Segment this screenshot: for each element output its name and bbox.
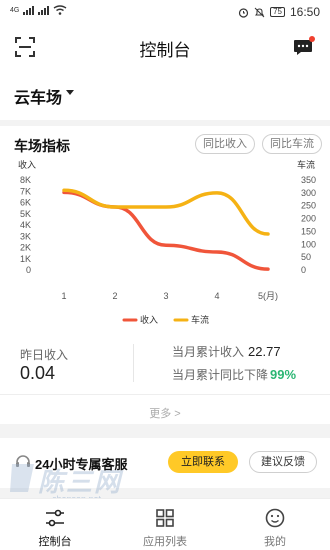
month-income-label: 当月累计收入 (172, 345, 245, 359)
notification-dot (309, 36, 315, 42)
left-tick-label: 8K (20, 175, 31, 185)
yesterday-income-value: 0.04 (20, 363, 56, 383)
left-tick-label: 1K (20, 254, 31, 264)
left-tick-label: 0 (26, 265, 31, 275)
page-title: 控制台 (139, 41, 191, 60)
grid-icon (156, 509, 174, 527)
sliders-icon (46, 509, 64, 527)
compare-traffic-button[interactable]: 同比车流 (262, 134, 322, 154)
tab-app-list[interactable]: 应用列表 (110, 499, 220, 550)
right-tick-label: 350 (301, 175, 316, 185)
right-tick-label: 300 (301, 188, 316, 198)
right-tick-label: 250 (301, 201, 316, 211)
series-line-traffic (62, 188, 270, 236)
more-link[interactable]: 更多 > (0, 405, 330, 421)
mute-icon (254, 7, 265, 17)
feedback-button[interactable]: 建议反馈 (249, 451, 317, 473)
left-tick-label: 3K (20, 231, 31, 241)
compare-income-button[interactable]: 同比收入 (195, 134, 255, 154)
divider (0, 394, 330, 395)
alarm-icon (238, 7, 249, 18)
month-change-value: 99% (270, 367, 297, 382)
tab-mine[interactable]: 我的 (220, 499, 330, 550)
x-tick-label: 5(月) (258, 291, 278, 301)
legend-label: 收入 (140, 314, 158, 325)
message-icon[interactable] (292, 35, 316, 59)
metrics-title: 车场指标 (14, 138, 70, 154)
support-24h-icon (16, 455, 30, 467)
smile-icon (265, 508, 285, 528)
month-income-value: 22.77 (248, 344, 281, 359)
tab-console[interactable]: 控制台 (0, 499, 110, 550)
right-axis-title: 车流 (297, 159, 315, 170)
divider (133, 344, 134, 382)
x-tick-label: 3 (163, 291, 168, 301)
left-tick-label: 6K (20, 198, 31, 208)
status-bar: 4G 75 16:50 (0, 0, 330, 24)
service-title: 24小时专属客服 (35, 457, 128, 472)
status-time: 16:50 (289, 5, 320, 19)
left-tick-label: 7K (20, 186, 31, 196)
left-tick-label: 2K (20, 243, 31, 253)
service-card: 24小时专属客服 立即联系 建议反馈 (0, 438, 330, 488)
right-tick-label: 50 (301, 252, 311, 262)
month-income: 当月累计收入 22.77 (172, 343, 281, 360)
app-header: 控制台 (0, 24, 330, 70)
signal-badge: 4G (10, 6, 20, 14)
month-change-label: 当月累计同比下降 (172, 368, 269, 382)
legend-label: 车流 (191, 314, 209, 325)
lot-selector[interactable]: 云车场 (0, 70, 330, 120)
caret-down-icon (66, 90, 74, 95)
wifi-icon (53, 5, 67, 15)
left-axis-title: 收入 (18, 159, 36, 170)
tab-console-label: 控制台 (38, 536, 72, 548)
tab-bar: 控制台 应用列表 我的 (0, 498, 330, 550)
left-tick-label: 4K (20, 220, 31, 230)
right-tick-label: 0 (301, 265, 306, 275)
tab-mine-label: 我的 (264, 536, 286, 548)
yesterday-income-label: 昨日收入 (20, 348, 69, 362)
right-tick-label: 150 (301, 226, 316, 236)
cellular-signal-icon (23, 5, 35, 15)
lot-name: 云车场 (14, 90, 63, 107)
x-tick-label: 2 (112, 291, 117, 301)
metrics-chart: 收入 车流8K7K6K5K4K3K2K1K03503002502001501005… (18, 159, 316, 325)
x-tick-label: 1 (61, 291, 66, 301)
right-tick-label: 100 (301, 239, 316, 249)
right-tick-label: 200 (301, 214, 316, 224)
x-tick-label: 4 (214, 291, 219, 301)
battery-icon: 75 (270, 7, 285, 17)
metrics-card: 车场指标 同比收入 同比车流 收入 车流 8K 7K 6K 5K 4K 3K 2K 1K 0 350 3… (0, 126, 330, 424)
contact-now-button[interactable]: 立即联系 (168, 451, 238, 473)
left-tick-label: 5K (20, 209, 31, 219)
month-change: 当月累计同比下降 99% (172, 366, 296, 383)
tab-app-list-label: 应用列表 (143, 536, 187, 548)
cellular-signal-icon-2 (38, 5, 50, 15)
